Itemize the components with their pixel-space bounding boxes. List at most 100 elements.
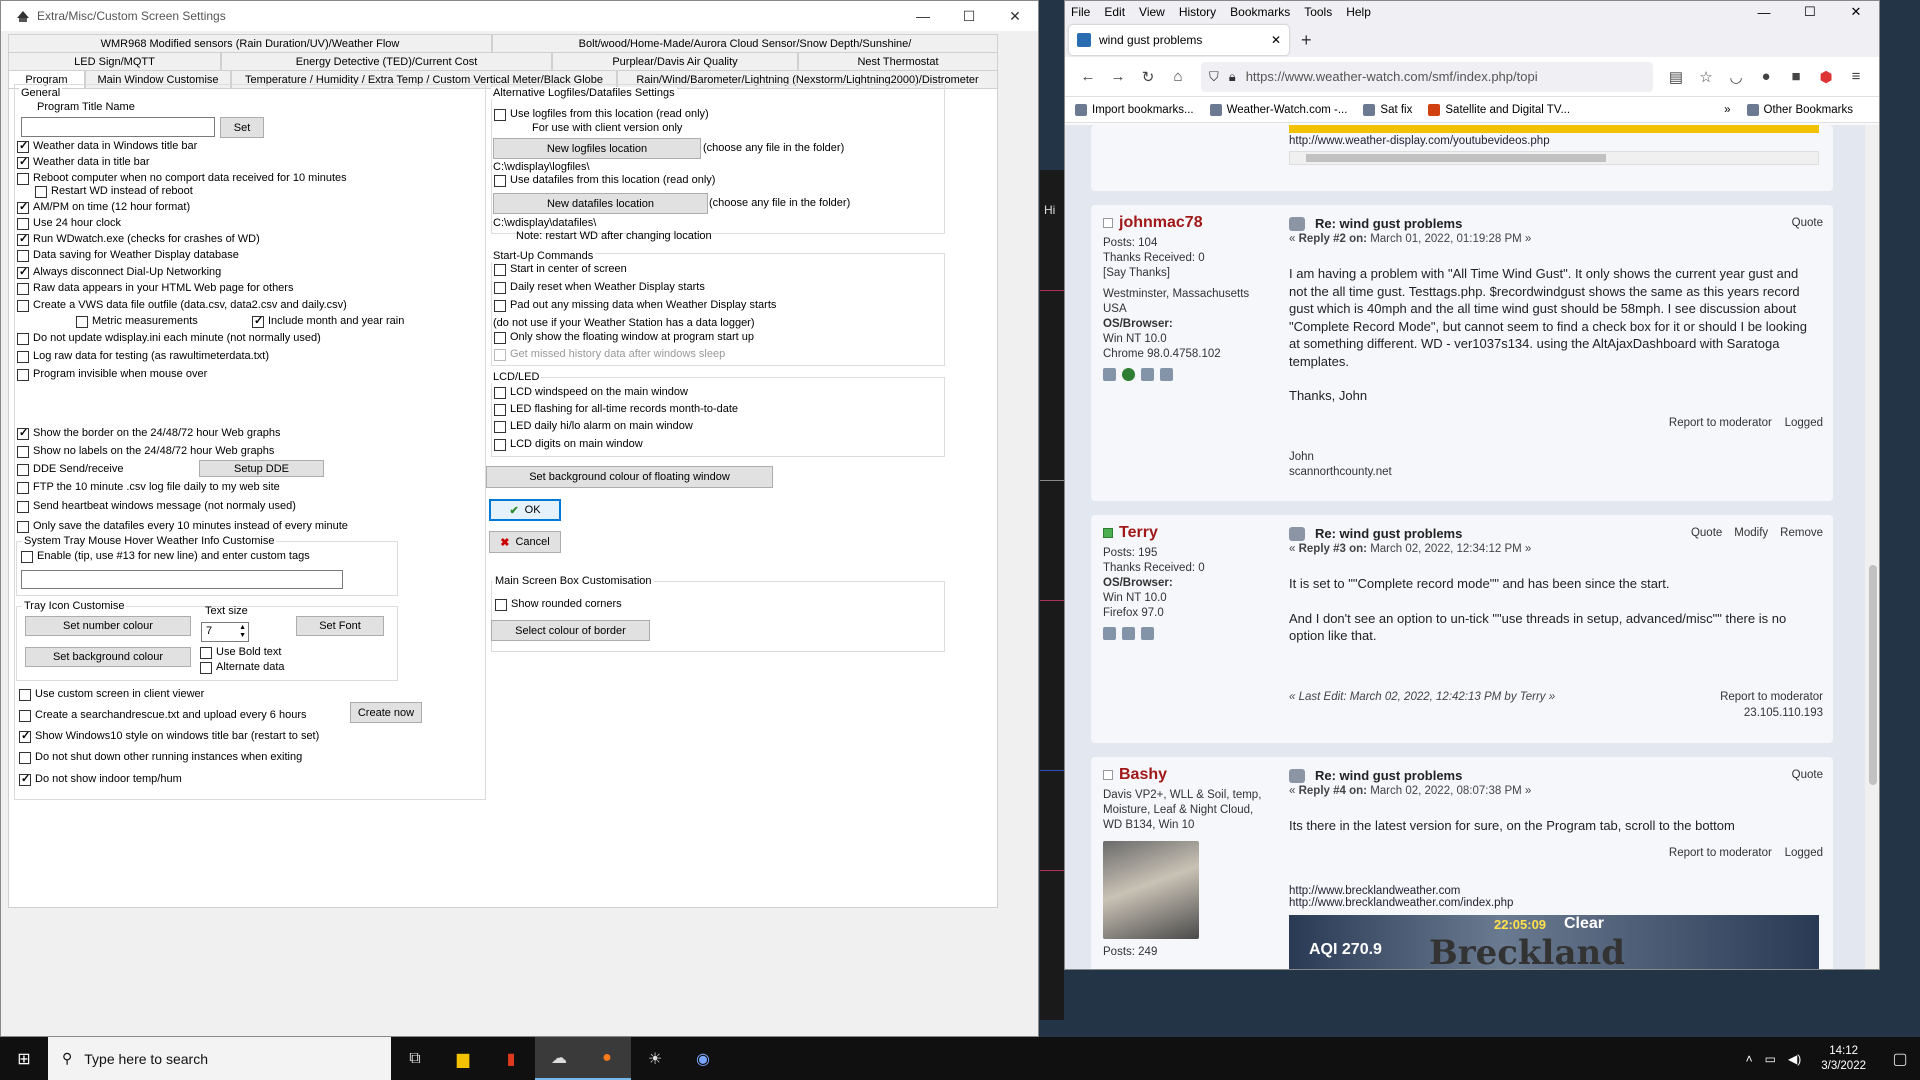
bookmark-import[interactable]: Import bookmarks... xyxy=(1075,103,1194,116)
weather-banner[interactable]: 22:05:09 Clear AQI 270.9 Breckland xyxy=(1289,915,1819,969)
minimize-button[interactable]: — xyxy=(900,1,946,31)
checkbox-restart-wd[interactable]: Restart WD instead of reboot xyxy=(35,185,193,198)
website-icon[interactable] xyxy=(1122,368,1135,381)
say-thanks-link[interactable]: [Say Thanks] xyxy=(1103,266,1273,281)
close-button[interactable]: ✕ xyxy=(1833,4,1879,20)
checkbox-log-raw[interactable]: Log raw data for testing (as rawultimete… xyxy=(17,350,269,363)
account-icon[interactable]: ● xyxy=(1751,68,1781,85)
youtube-videos-link[interactable]: http://www.weather-display.com/youtubevi… xyxy=(1289,135,1550,147)
quote-button[interactable]: Quote xyxy=(1691,527,1722,539)
windows-start-icon[interactable]: ⊞ xyxy=(0,1037,48,1080)
checkbox-disconnect-dialup[interactable]: Always disconnect Dial-Up Networking xyxy=(17,266,221,279)
menu-icon[interactable]: ≡ xyxy=(1841,68,1871,85)
checkbox-use-logfiles[interactable]: Use logfiles from this location (read on… xyxy=(494,108,709,121)
checkbox-graph-border[interactable]: Show the border on the 24/48/72 hour Web… xyxy=(17,427,280,440)
checkbox-missed-history[interactable]: Get missed history data after windows sl… xyxy=(494,348,725,361)
profile-icon[interactable] xyxy=(1103,368,1116,381)
checkbox-month-year-rain[interactable]: Include month and year rain xyxy=(252,315,404,328)
back-icon[interactable]: ← xyxy=(1073,68,1103,85)
message-icon[interactable] xyxy=(1160,368,1173,381)
checkbox-windows10-style[interactable]: Show Windows10 style on windows title ba… xyxy=(19,730,319,743)
task-view-icon[interactable]: ⧉ xyxy=(391,1037,439,1080)
author-name[interactable]: Terry xyxy=(1103,525,1273,541)
text-size-spinner[interactable]: 7 ▲ ▼ xyxy=(201,622,249,642)
checkbox-enable-tray-tags[interactable]: Enable (tip, use #13 for new line) and e… xyxy=(21,550,310,563)
notifications-icon[interactable]: ▢ xyxy=(1880,1037,1920,1080)
weather-app-icon[interactable]: ☀ xyxy=(631,1037,679,1080)
signature-link[interactable]: http://www.brecklandweather.com xyxy=(1289,885,1513,897)
file-explorer-icon[interactable]: ▆ xyxy=(439,1037,487,1080)
checkbox-wdwatch[interactable]: Run WDwatch.exe (checks for crashes of W… xyxy=(17,233,260,246)
report-moderator-link[interactable]: Report to moderator xyxy=(1720,691,1823,703)
tab-led-sign[interactable]: LED Sign/MQTT xyxy=(8,52,221,70)
minimize-button[interactable]: — xyxy=(1741,5,1787,20)
shield-icon[interactable]: ⛉ xyxy=(1209,69,1219,85)
checkbox-no-shutdown-instances[interactable]: Do not shut down other running instances… xyxy=(19,751,302,764)
checkbox-ampm[interactable]: AM/PM on time (12 hour format) xyxy=(17,201,190,214)
close-button[interactable]: ✕ xyxy=(992,1,1038,31)
menu-edit[interactable]: Edit xyxy=(1104,5,1125,19)
quote-button[interactable]: Quote xyxy=(1792,217,1823,229)
report-moderator-link[interactable]: Report to moderator Logged xyxy=(1669,847,1823,859)
tab-boltwood[interactable]: Bolt/wood/Home-Made/Aurora Cloud Sensor/… xyxy=(492,34,998,52)
forward-icon[interactable]: → xyxy=(1103,68,1133,85)
extension-icon[interactable]: ■ xyxy=(1781,68,1811,85)
floating-window-bg-button[interactable]: Set background colour of floating window xyxy=(486,466,773,488)
tray-chevron-icon[interactable]: ˄ xyxy=(1746,1052,1753,1066)
new-datafiles-location-button[interactable]: New datafiles location xyxy=(493,193,708,214)
menu-history[interactable]: History xyxy=(1179,5,1216,19)
scrollbar-thumb[interactable] xyxy=(1869,565,1877,785)
checkbox-ftp-log[interactable]: FTP the 10 minute .csv log file daily to… xyxy=(17,481,280,494)
checkbox-floating-startup[interactable]: Only show the floating window at program… xyxy=(494,331,754,344)
checkbox-bold-text[interactable]: Use Bold text xyxy=(200,646,281,659)
checkbox-rounded-corners[interactable]: Show rounded corners xyxy=(495,598,622,611)
bookmark-weather-watch[interactable]: Weather-Watch.com -... xyxy=(1209,103,1347,116)
set-background-colour-button[interactable]: Set background colour xyxy=(25,647,191,667)
new-tab-button[interactable]: + xyxy=(1301,30,1312,51)
email-icon[interactable] xyxy=(1122,627,1135,640)
report-moderator-link[interactable]: Report to moderator Logged xyxy=(1669,417,1823,429)
quote-button[interactable]: Quote xyxy=(1792,769,1823,781)
checkbox-no-indoor[interactable]: Do not show indoor temp/hum xyxy=(19,773,182,786)
set-font-button[interactable]: Set Font xyxy=(296,616,384,636)
home-icon[interactable]: ⌂ xyxy=(1163,68,1193,85)
checkbox-vws-data[interactable]: Create a VWS data file outfile (data.csv… xyxy=(17,299,347,312)
checkbox-start-center[interactable]: Start in center of screen xyxy=(494,263,627,276)
network-icon[interactable]: ▭ xyxy=(1765,1052,1776,1066)
maximize-button[interactable]: ☐ xyxy=(946,1,992,31)
menu-tools[interactable]: Tools xyxy=(1304,5,1332,19)
checkbox-24-hour[interactable]: Use 24 hour clock xyxy=(17,217,121,230)
checkbox-pad-missing[interactable]: Pad out any missing data when Weather Di… xyxy=(494,299,776,312)
ok-button[interactable]: ✔ OK xyxy=(489,499,561,521)
checkbox-lcd-windspeed[interactable]: LCD windspeed on the main window xyxy=(494,386,688,399)
post-title[interactable]: Re: wind gust problems xyxy=(1289,767,1819,784)
office-icon[interactable]: ▮ xyxy=(487,1037,535,1080)
tab-nest[interactable]: Nest Thermostat xyxy=(798,52,998,70)
menu-view[interactable]: View xyxy=(1139,5,1165,19)
setup-dde-button[interactable]: Setup DDE xyxy=(199,460,324,477)
checkbox-data-saving[interactable]: Data saving for Weather Display database xyxy=(17,249,239,262)
tab-close-icon[interactable]: ✕ xyxy=(1271,33,1281,47)
program-title-input[interactable] xyxy=(21,117,215,137)
firefox-icon[interactable]: ● xyxy=(583,1037,631,1080)
horizontal-scrollbar[interactable] xyxy=(1289,151,1819,165)
tab-energy-detective[interactable]: Energy Detective (TED)/Current Cost xyxy=(221,52,552,70)
checkbox-led-hilo[interactable]: LED daily hi/lo alarm on main window xyxy=(494,420,693,433)
new-logfiles-location-button[interactable]: New logfiles location xyxy=(493,138,701,159)
page-scrollbar[interactable] xyxy=(1865,125,1879,969)
checkbox-title-bar[interactable]: Weather data in title bar xyxy=(17,156,150,169)
email-icon[interactable] xyxy=(1141,368,1154,381)
checkbox-windows-title-bar[interactable]: Weather data in Windows title bar xyxy=(17,140,197,153)
checkbox-reboot-computer[interactable]: Reboot computer when no comport data rec… xyxy=(17,172,347,185)
checkbox-heartbeat[interactable]: Send heartbeat windows message (not norm… xyxy=(17,500,296,513)
adblock-icon[interactable]: ⬢ xyxy=(1811,68,1841,86)
checkbox-custom-screen-client[interactable]: Use custom screen in client viewer xyxy=(19,688,204,701)
remove-button[interactable]: Remove xyxy=(1780,527,1823,539)
scrollbar-thumb[interactable] xyxy=(1306,154,1606,162)
modify-button[interactable]: Modify xyxy=(1734,527,1768,539)
checkbox-no-update-ini[interactable]: Do not update wdisplay.ini each minute (… xyxy=(17,332,321,345)
checkbox-alternate-data[interactable]: Alternate data xyxy=(200,661,285,674)
message-icon[interactable] xyxy=(1141,627,1154,640)
taskbar-clock[interactable]: 14:12 3/3/2022 xyxy=(1821,1044,1866,1074)
menu-help[interactable]: Help xyxy=(1346,5,1371,19)
